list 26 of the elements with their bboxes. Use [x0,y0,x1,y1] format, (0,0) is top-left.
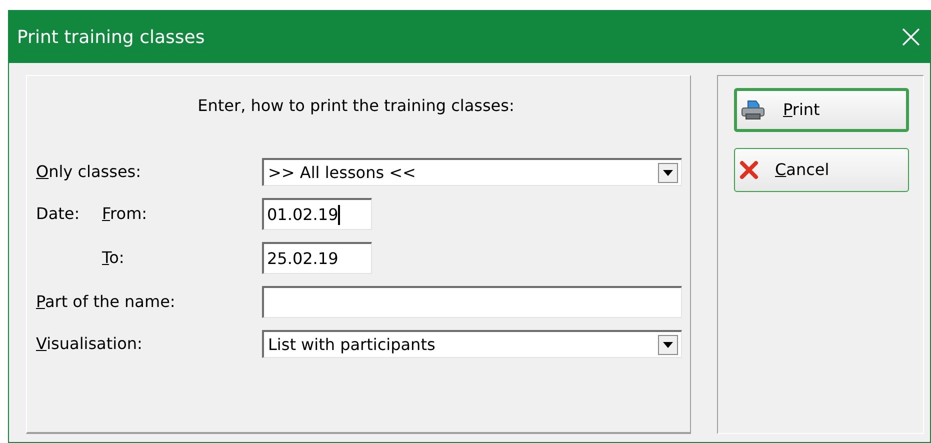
dropdown[interactable]: >> All lessons << [262,158,682,186]
dropdown-arrow-button[interactable] [658,162,678,182]
field-label: Only classes: [36,161,142,183]
field-label: Visualisation: [36,333,142,355]
caret-down-icon [663,342,673,348]
printer-icon [741,99,767,121]
date-field[interactable]: 01.02.19 [262,198,372,230]
cancel-button[interactable]: Cancel [734,148,909,192]
date-value: 01.02.19 [267,204,338,226]
window-title: Print training classes [17,26,205,50]
field-group-label: Date: [36,204,80,223]
date-field[interactable]: 25.02.19 [262,242,372,274]
dropdown-value: List with participants [268,334,436,356]
cancel-icon [739,160,759,180]
date-value: 25.02.19 [267,248,338,270]
dropdown[interactable]: List with participants [262,330,682,358]
field-label: From: [102,203,148,225]
instruction-text: Enter, how to print the training classes: [196,95,516,117]
dropdown-value: >> All lessons << [268,162,416,184]
close-icon[interactable] [902,28,920,46]
dropdown-arrow-button[interactable] [658,334,678,354]
caret-down-icon [663,170,673,176]
print-button[interactable]: Print [734,88,909,132]
field-label: To: [102,247,124,269]
field-label: Part of the name: [36,291,176,313]
text-field[interactable] [262,286,682,318]
